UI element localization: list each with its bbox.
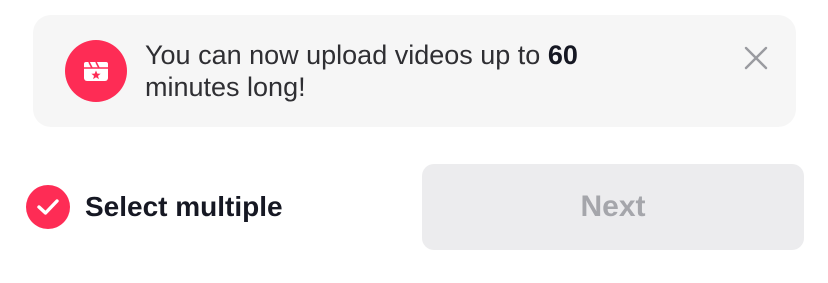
banner-text-duration: 60 — [547, 40, 578, 70]
banner-message: You can now upload videos up to 60 minut… — [145, 39, 665, 103]
select-multiple-toggle[interactable]: Select multiple — [26, 185, 283, 229]
banner-text-suffix: minutes long! — [145, 72, 306, 102]
select-multiple-label[interactable]: Select multiple — [85, 191, 283, 223]
close-banner-button[interactable] — [739, 41, 773, 75]
video-upload-star-icon — [65, 40, 127, 102]
banner-text-prefix: You can now upload videos up to — [145, 40, 548, 70]
close-icon[interactable] — [744, 46, 768, 70]
next-button[interactable]: Next — [422, 164, 804, 250]
checkmark-icon[interactable] — [26, 185, 70, 229]
upload-length-banner: You can now upload videos up to 60 minut… — [33, 15, 796, 127]
